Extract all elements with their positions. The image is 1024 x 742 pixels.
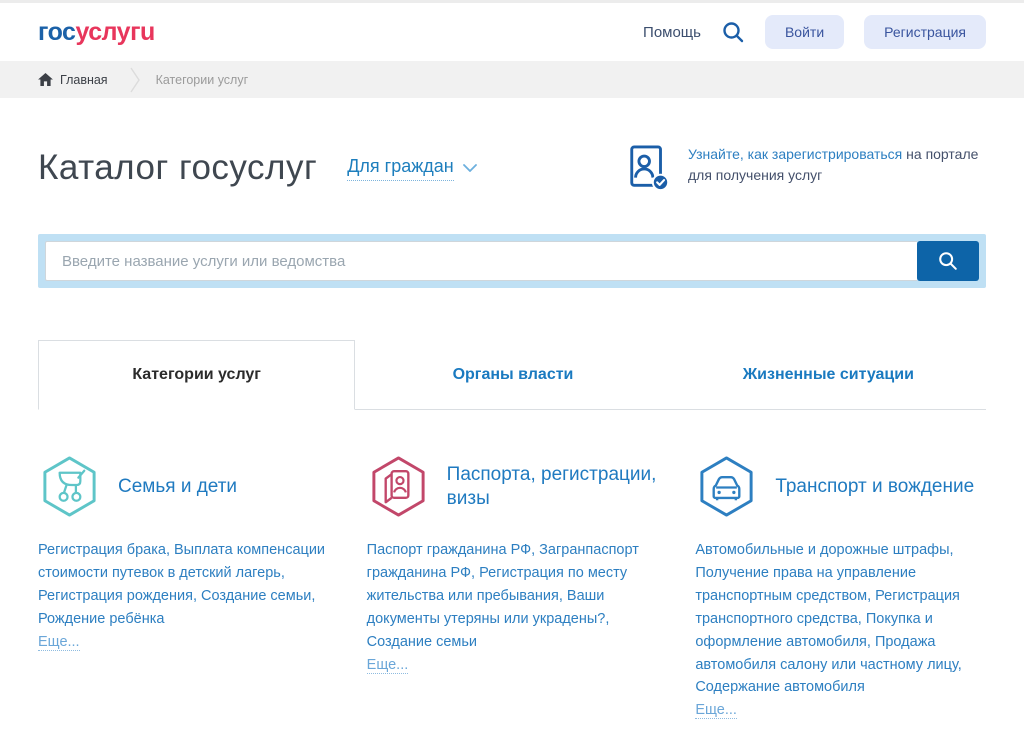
chevron-down-icon (463, 164, 477, 172)
category-transport-links-text[interactable]: Автомобильные и дорожные штрафы, Получен… (695, 542, 961, 695)
service-search-button[interactable] (917, 241, 979, 281)
breadcrumb-current: Категории услуг (156, 73, 249, 87)
search-icon (937, 250, 959, 272)
audience-selector[interactable]: Для граждан (347, 156, 477, 181)
login-button[interactable]: Войти (765, 15, 844, 49)
home-icon (38, 73, 53, 86)
audience-label: Для граждан (347, 156, 454, 181)
category-family-more-link[interactable]: Еще... (38, 634, 80, 651)
registration-hint-link[interactable]: Узнайте, как зарегистрироваться (688, 146, 902, 162)
registration-hint-text: Узнайте, как зарегистрироваться на порта… (688, 142, 986, 186)
category-passports-header[interactable]: Паспорта, регистрации, визы (367, 454, 658, 519)
logo-part-red: услугu (75, 18, 154, 46)
category-passports-title: Паспорта, регистрации, визы (447, 463, 658, 511)
main-content: Каталог госуслуг Для граждан Узнайте, ка… (0, 142, 1024, 742)
tab-life-situations[interactable]: Жизненные ситуации (671, 340, 986, 410)
register-button[interactable]: Регистрация (864, 15, 986, 49)
category-transport: Транспорт и вождение Автомобильные и дор… (695, 454, 986, 722)
logo-part-blue: гос (38, 18, 75, 46)
category-grid: Семья и дети Регистрация брака, Выплата … (38, 454, 986, 742)
breadcrumb: Главная Категории услуг (0, 61, 1024, 98)
breadcrumb-home[interactable]: Главная (38, 73, 108, 87)
chevron-right-icon (130, 67, 140, 93)
category-passports: Паспорта, регистрации, визы Паспорт граж… (367, 454, 658, 722)
category-transport-links[interactable]: Автомобильные и дорожные штрафы, Получен… (695, 539, 986, 722)
category-family-links-text[interactable]: Регистрация брака, Выплата компенсации с… (38, 542, 325, 627)
category-family-header[interactable]: Семья и дети (38, 454, 329, 519)
tab-service-categories[interactable]: Категории услуг (38, 340, 355, 410)
page-title: Каталог госуслуг (38, 148, 317, 188)
category-passports-more-link[interactable]: Еще... (367, 657, 409, 674)
category-transport-header[interactable]: Транспорт и вождение (695, 454, 986, 519)
category-family-links[interactable]: Регистрация брака, Выплата компенсации с… (38, 539, 329, 654)
service-search-input[interactable] (45, 241, 917, 281)
title-row: Каталог госуслуг Для граждан Узнайте, ка… (38, 142, 986, 194)
passport-icon (367, 454, 430, 519)
category-transport-more-link[interactable]: Еще... (695, 702, 737, 719)
category-family-title: Семья и дети (118, 475, 237, 499)
category-transport-title: Транспорт и вождение (775, 475, 974, 499)
breadcrumb-home-label: Главная (60, 73, 108, 87)
header-actions: Помощь Войти Регистрация (643, 15, 986, 49)
category-passports-links-text[interactable]: Паспорт гражданина РФ, Загранпаспорт гра… (367, 542, 639, 650)
service-search-panel (38, 234, 986, 288)
catalog-tabs: Категории услуг Органы власти Жизненные … (38, 340, 986, 410)
gosuslugi-logo[interactable]: госуслугu (38, 18, 155, 47)
category-family: Семья и дети Регистрация брака, Выплата … (38, 454, 329, 722)
help-link[interactable]: Помощь (643, 24, 701, 41)
id-card-check-icon (626, 142, 672, 194)
search-icon[interactable] (721, 20, 745, 44)
registration-hint: Узнайте, как зарегистрироваться на порта… (626, 142, 986, 194)
app-header: госуслугu Помощь Войти Регистрация (0, 3, 1024, 61)
tab-authorities[interactable]: Органы власти (355, 340, 670, 410)
category-passports-links[interactable]: Паспорт гражданина РФ, Загранпаспорт гра… (367, 539, 658, 676)
car-icon (695, 454, 758, 519)
stroller-icon (38, 454, 101, 519)
